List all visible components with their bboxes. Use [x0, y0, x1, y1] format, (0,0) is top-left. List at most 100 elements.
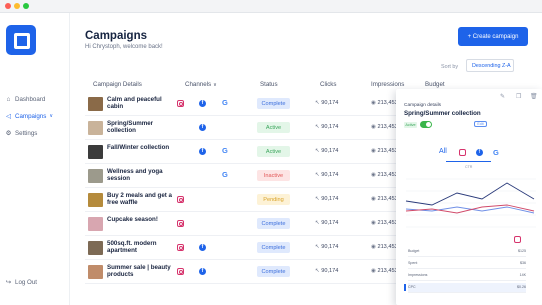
status-badge: Complete — [257, 242, 290, 253]
clicks-value: 90,174 — [321, 172, 339, 178]
column-header-status[interactable]: Status — [260, 81, 278, 88]
ctr-line-chart — [405, 178, 536, 228]
app-window: ⌂ Dashboard ◁ Campaigns ∨ ⚙ Settings ↪ L… — [0, 0, 542, 305]
tab-all[interactable]: All — [439, 148, 447, 155]
campaign-name[interactable]: Summer sale | beauty products — [107, 264, 177, 278]
clicks-cell: ↖ 90,174 — [315, 124, 338, 130]
title-bar — [0, 0, 542, 13]
stat-label: Budget — [408, 249, 420, 253]
impressions-value: 213,453 — [377, 244, 398, 250]
campaign-thumbnail — [88, 97, 103, 111]
column-header-channels[interactable]: Channels ∨ — [185, 81, 217, 88]
campaign-thumbnail — [88, 265, 103, 279]
sidebar-item-campaigns[interactable]: ◁ Campaigns ∨ — [5, 110, 53, 122]
copy-icon[interactable]: ❐ — [516, 93, 521, 100]
google-icon: G — [222, 98, 228, 107]
cursor-icon: ↖ — [315, 100, 320, 106]
sidebar-item-label: Dashboard — [15, 95, 46, 103]
series-line-navy — [405, 182, 535, 206]
clicks-cell: ↖ 90,174 — [315, 220, 338, 226]
impressions-value: 213,453 — [377, 148, 398, 154]
eye-icon: ◉ — [371, 196, 376, 202]
status-badge: Active — [257, 146, 290, 157]
campaign-name[interactable]: Buy 2 meals and get a free waffle — [107, 192, 177, 206]
sort-select[interactable]: Descending Z-A — [466, 59, 514, 72]
close-window-button[interactable] — [5, 3, 11, 9]
campaign-detail-panel: ✎ ❐ 🗑 Campaign details Spring/Summer col… — [396, 89, 542, 305]
impressions-value: 213,453 — [377, 196, 398, 202]
sidebar-item-label: Settings — [15, 129, 38, 137]
campaign-thumbnail — [88, 169, 103, 183]
home-icon: ⌂ — [6, 95, 11, 103]
stat-value: 14K — [519, 273, 526, 277]
impressions-cell: ◉ 213,453 — [371, 100, 398, 106]
instagram-icon — [177, 196, 184, 203]
panel-edit-button[interactable]: Edit — [474, 121, 487, 127]
trash-icon[interactable]: 🗑 — [530, 93, 538, 100]
campaign-name[interactable]: Wellness and yoga session — [107, 168, 177, 182]
edit-icon[interactable]: ✎ — [500, 93, 505, 100]
active-toggle[interactable] — [420, 121, 432, 128]
campaign-name[interactable]: Cupcake season! — [107, 216, 177, 223]
stat-row-cpc: CPC $0.26 — [404, 283, 526, 293]
google-icon[interactable]: G — [493, 148, 499, 157]
sidebar: ⌂ Dashboard ◁ Campaigns ∨ ⚙ Settings ↪ L… — [0, 13, 70, 305]
impressions-cell: ◉ 213,453 — [371, 172, 398, 178]
panel-status-badge: Active — [404, 122, 417, 128]
megaphone-icon: ◁ — [6, 112, 11, 120]
sort-by-label: Sort by — [441, 64, 459, 70]
column-header-impressions[interactable]: Impressions — [371, 81, 404, 88]
clicks-value: 90,174 — [321, 196, 339, 202]
impressions-cell: ◉ 213,453 — [371, 196, 398, 202]
stat-label: Spent — [408, 261, 418, 265]
google-icon: G — [222, 170, 228, 179]
eye-icon: ◉ — [371, 268, 376, 274]
sidebar-item-dashboard[interactable]: ⌂ Dashboard — [5, 93, 46, 105]
clicks-cell: ↖ 90,174 — [315, 148, 338, 154]
campaign-thumbnail — [88, 193, 103, 207]
logout-button[interactable]: ↪ Log Out — [5, 276, 37, 288]
impressions-cell: ◉ 213,453 — [371, 244, 398, 250]
stat-value: $125 — [518, 249, 526, 253]
instagram-icon — [514, 236, 521, 243]
column-header-budget[interactable]: Budget — [425, 81, 445, 88]
minimize-window-button[interactable] — [14, 3, 20, 9]
campaign-name[interactable]: Fall/Winter collection — [107, 144, 177, 151]
column-header-details[interactable]: Campaign Details — [93, 81, 142, 88]
status-badge: Active — [257, 122, 290, 133]
cursor-icon: ↖ — [315, 196, 320, 202]
clicks-cell: ↖ 90,174 — [315, 100, 338, 106]
channel-tabs: All f G — [396, 148, 542, 160]
instagram-icon[interactable] — [459, 149, 466, 156]
facebook-icon[interactable]: f — [476, 149, 483, 156]
create-campaign-button[interactable]: + Create campaign — [458, 27, 528, 46]
clicks-cell: ↖ 90,174 — [315, 268, 338, 274]
eye-icon: ◉ — [371, 100, 376, 106]
status-badge: Complete — [257, 266, 290, 277]
clicks-value: 90,174 — [321, 220, 339, 226]
campaign-name[interactable]: 500sq.ft. modern apartment — [107, 240, 177, 254]
impressions-cell: ◉ 213,453 — [371, 268, 398, 274]
app-logo[interactable] — [6, 25, 36, 55]
tab-underline — [446, 161, 491, 162]
clicks-cell: ↖ 90,174 — [315, 196, 338, 202]
impressions-value: 213,453 — [377, 172, 398, 178]
clicks-cell: ↖ 90,174 — [315, 172, 338, 178]
clicks-value: 90,174 — [321, 148, 339, 154]
panel-title: Spring/Summer collection — [404, 110, 481, 117]
maximize-window-button[interactable] — [23, 3, 29, 9]
status-badge: Pending — [257, 194, 290, 205]
stat-label: Impressions — [408, 273, 428, 277]
campaign-name[interactable]: Calm and peaceful cabin — [107, 96, 177, 110]
clicks-value: 90,174 — [321, 268, 339, 274]
cursor-icon: ↖ — [315, 220, 320, 226]
cursor-icon: ↖ — [315, 244, 320, 250]
column-header-clicks[interactable]: Clicks — [320, 81, 337, 88]
campaign-name[interactable]: Spring/Summer collection — [107, 120, 177, 134]
campaign-thumbnail — [88, 145, 103, 159]
sidebar-item-settings[interactable]: ⚙ Settings — [5, 127, 38, 139]
stat-row-impressions: Impressions 14K — [408, 271, 526, 281]
campaign-thumbnail — [88, 121, 103, 135]
chevron-down-icon: ∨ — [213, 82, 217, 88]
google-icon: G — [222, 146, 228, 155]
